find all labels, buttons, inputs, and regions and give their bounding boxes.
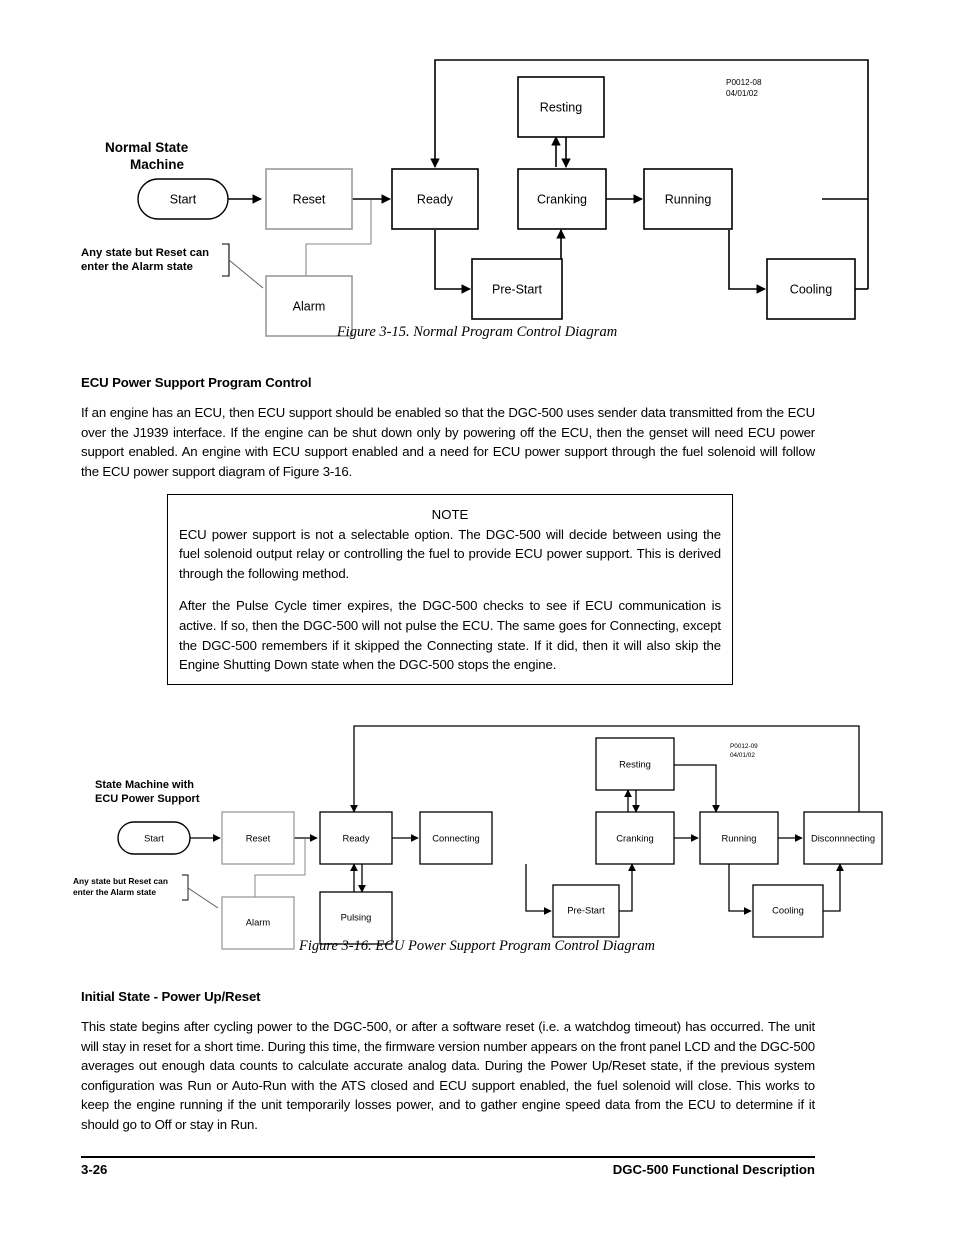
figure2-drawing-id: P0012-09 xyxy=(730,743,758,750)
node-start-label: Start xyxy=(170,192,197,206)
node-ready: Ready xyxy=(391,168,479,230)
node2-connecting-label: Connecting xyxy=(432,832,479,843)
node2-resting: Resting xyxy=(595,737,675,791)
node2-disconnecting-label: Disconnnecting xyxy=(811,832,875,843)
node2-prestart-label: Pre-Start xyxy=(567,904,605,915)
node-resting-label: Resting xyxy=(540,100,582,114)
node2-ready-label: Ready xyxy=(342,832,369,843)
node2-cooling: Cooling xyxy=(752,884,824,938)
node-cranking-label: Cranking xyxy=(537,192,587,206)
note-box: NOTE ECU power support is not a selectab… xyxy=(167,494,733,685)
footer-divider xyxy=(81,1156,815,1158)
edge2-connecting-to-prestart xyxy=(525,864,552,915)
node-running-label: Running xyxy=(665,192,712,206)
node-reset: Reset xyxy=(265,168,353,230)
figure1-drawing-id: P0012-08 xyxy=(726,78,762,87)
footer-document-title: DGC-500 Functional Description xyxy=(612,1162,815,1177)
node2-reset-label: Reset xyxy=(246,832,271,843)
figure1-drawing-date: 04/01/02 xyxy=(726,89,758,98)
figure1-title-line2: Machine xyxy=(130,157,185,172)
node-resting: Resting xyxy=(517,76,605,138)
figure2-title-line2: ECU Power Support xyxy=(95,793,200,805)
figure2-title-line1: State Machine with xyxy=(95,779,194,791)
node-running: Running xyxy=(643,168,733,230)
section-heading-initial-state: Initial State - Power Up/Reset xyxy=(81,989,261,1004)
note-paragraph-1: ECU power support is not a selectable op… xyxy=(179,526,721,581)
page-footer: 3-26 DGC-500 Functional Description xyxy=(81,1162,815,1177)
edge2-prestart-to-cranking xyxy=(619,863,636,912)
figure2-callout-bracket xyxy=(182,874,189,901)
edge2-cooling-to-disconnecting xyxy=(822,863,844,912)
node2-pulsing: Pulsing xyxy=(319,891,393,945)
edge2-running-to-cooling xyxy=(728,864,752,915)
paragraph-initial-state: This state begins after cycling power to… xyxy=(81,1019,815,1132)
note-paragraph-2: After the Pulse Cycle timer expires, the… xyxy=(179,598,721,673)
node2-running: Running xyxy=(699,811,779,865)
paragraph-ecu-power-support: If an engine has an ECU, then ECU suppor… xyxy=(81,405,815,479)
node2-disconnecting: Disconnnecting xyxy=(803,811,883,865)
edge-ready-to-prestart xyxy=(434,230,471,294)
edge-running-to-cooling xyxy=(728,230,766,294)
figure2-drawing-date: 04/01/02 xyxy=(730,752,755,759)
node2-start: Start xyxy=(117,821,191,855)
figure2-callout-leader xyxy=(187,887,219,909)
node-alarm-label: Alarm xyxy=(293,299,326,313)
note-title: NOTE xyxy=(431,507,469,522)
figure2-callout-line2: enter the Alarm state xyxy=(73,887,156,897)
node-reset-label: Reset xyxy=(293,192,326,206)
footer-page-number: 3-26 xyxy=(81,1162,108,1177)
node2-resting-label: Resting xyxy=(619,758,651,769)
node2-prestart: Pre-Start xyxy=(552,884,620,938)
node-ready-label: Ready xyxy=(417,192,454,206)
node-cooling-label: Cooling xyxy=(790,282,832,296)
node-start: Start xyxy=(137,178,229,220)
figure1-callout-bracket xyxy=(222,243,230,277)
node2-reset: Reset xyxy=(221,811,295,865)
figure2-callout-line1: Any state but Reset can xyxy=(73,876,168,886)
figure1-callout-leader xyxy=(228,259,264,289)
node2-connecting: Connecting xyxy=(419,811,493,865)
node2-ready: Ready xyxy=(319,811,393,865)
figure1-callout-line2: enter the Alarm state xyxy=(81,261,193,273)
figure-3-15-normal-program-control-diagram: Normal State Machine P0012-08 04/01/02 A… xyxy=(78,48,878,337)
node2-start-label: Start xyxy=(144,832,164,843)
node-cooling: Cooling xyxy=(766,258,856,320)
node2-alarm-label: Alarm xyxy=(246,916,271,927)
figure1-callout-line1: Any state but Reset can xyxy=(81,247,209,259)
section-heading-ecu-power-support: ECU Power Support Program Control xyxy=(81,375,312,390)
node2-cranking-label: Cranking xyxy=(616,832,654,843)
node-prestart-label: Pre-Start xyxy=(492,282,543,296)
figure-3-16-ecu-power-support-program-control-diagram: State Machine with ECU Power Support P00… xyxy=(70,712,883,950)
node-prestart: Pre-Start xyxy=(471,258,563,320)
figure1-title-line1: Normal State xyxy=(105,140,189,155)
node2-cooling-label: Cooling xyxy=(772,904,804,915)
node-cranking: Cranking xyxy=(517,168,607,230)
node2-running-label: Running xyxy=(722,832,757,843)
figure-3-15-caption: Figure 3-15. Normal Program Control Diag… xyxy=(336,324,618,340)
document-page: Normal State Machine P0012-08 04/01/02 A… xyxy=(0,0,954,1235)
figure-3-16-caption: Figure 3-16. ECU Power Support Program C… xyxy=(298,938,656,954)
edge2-resting-to-running xyxy=(674,764,720,813)
node2-pulsing-label: Pulsing xyxy=(341,911,372,922)
node2-cranking: Cranking xyxy=(595,811,675,865)
